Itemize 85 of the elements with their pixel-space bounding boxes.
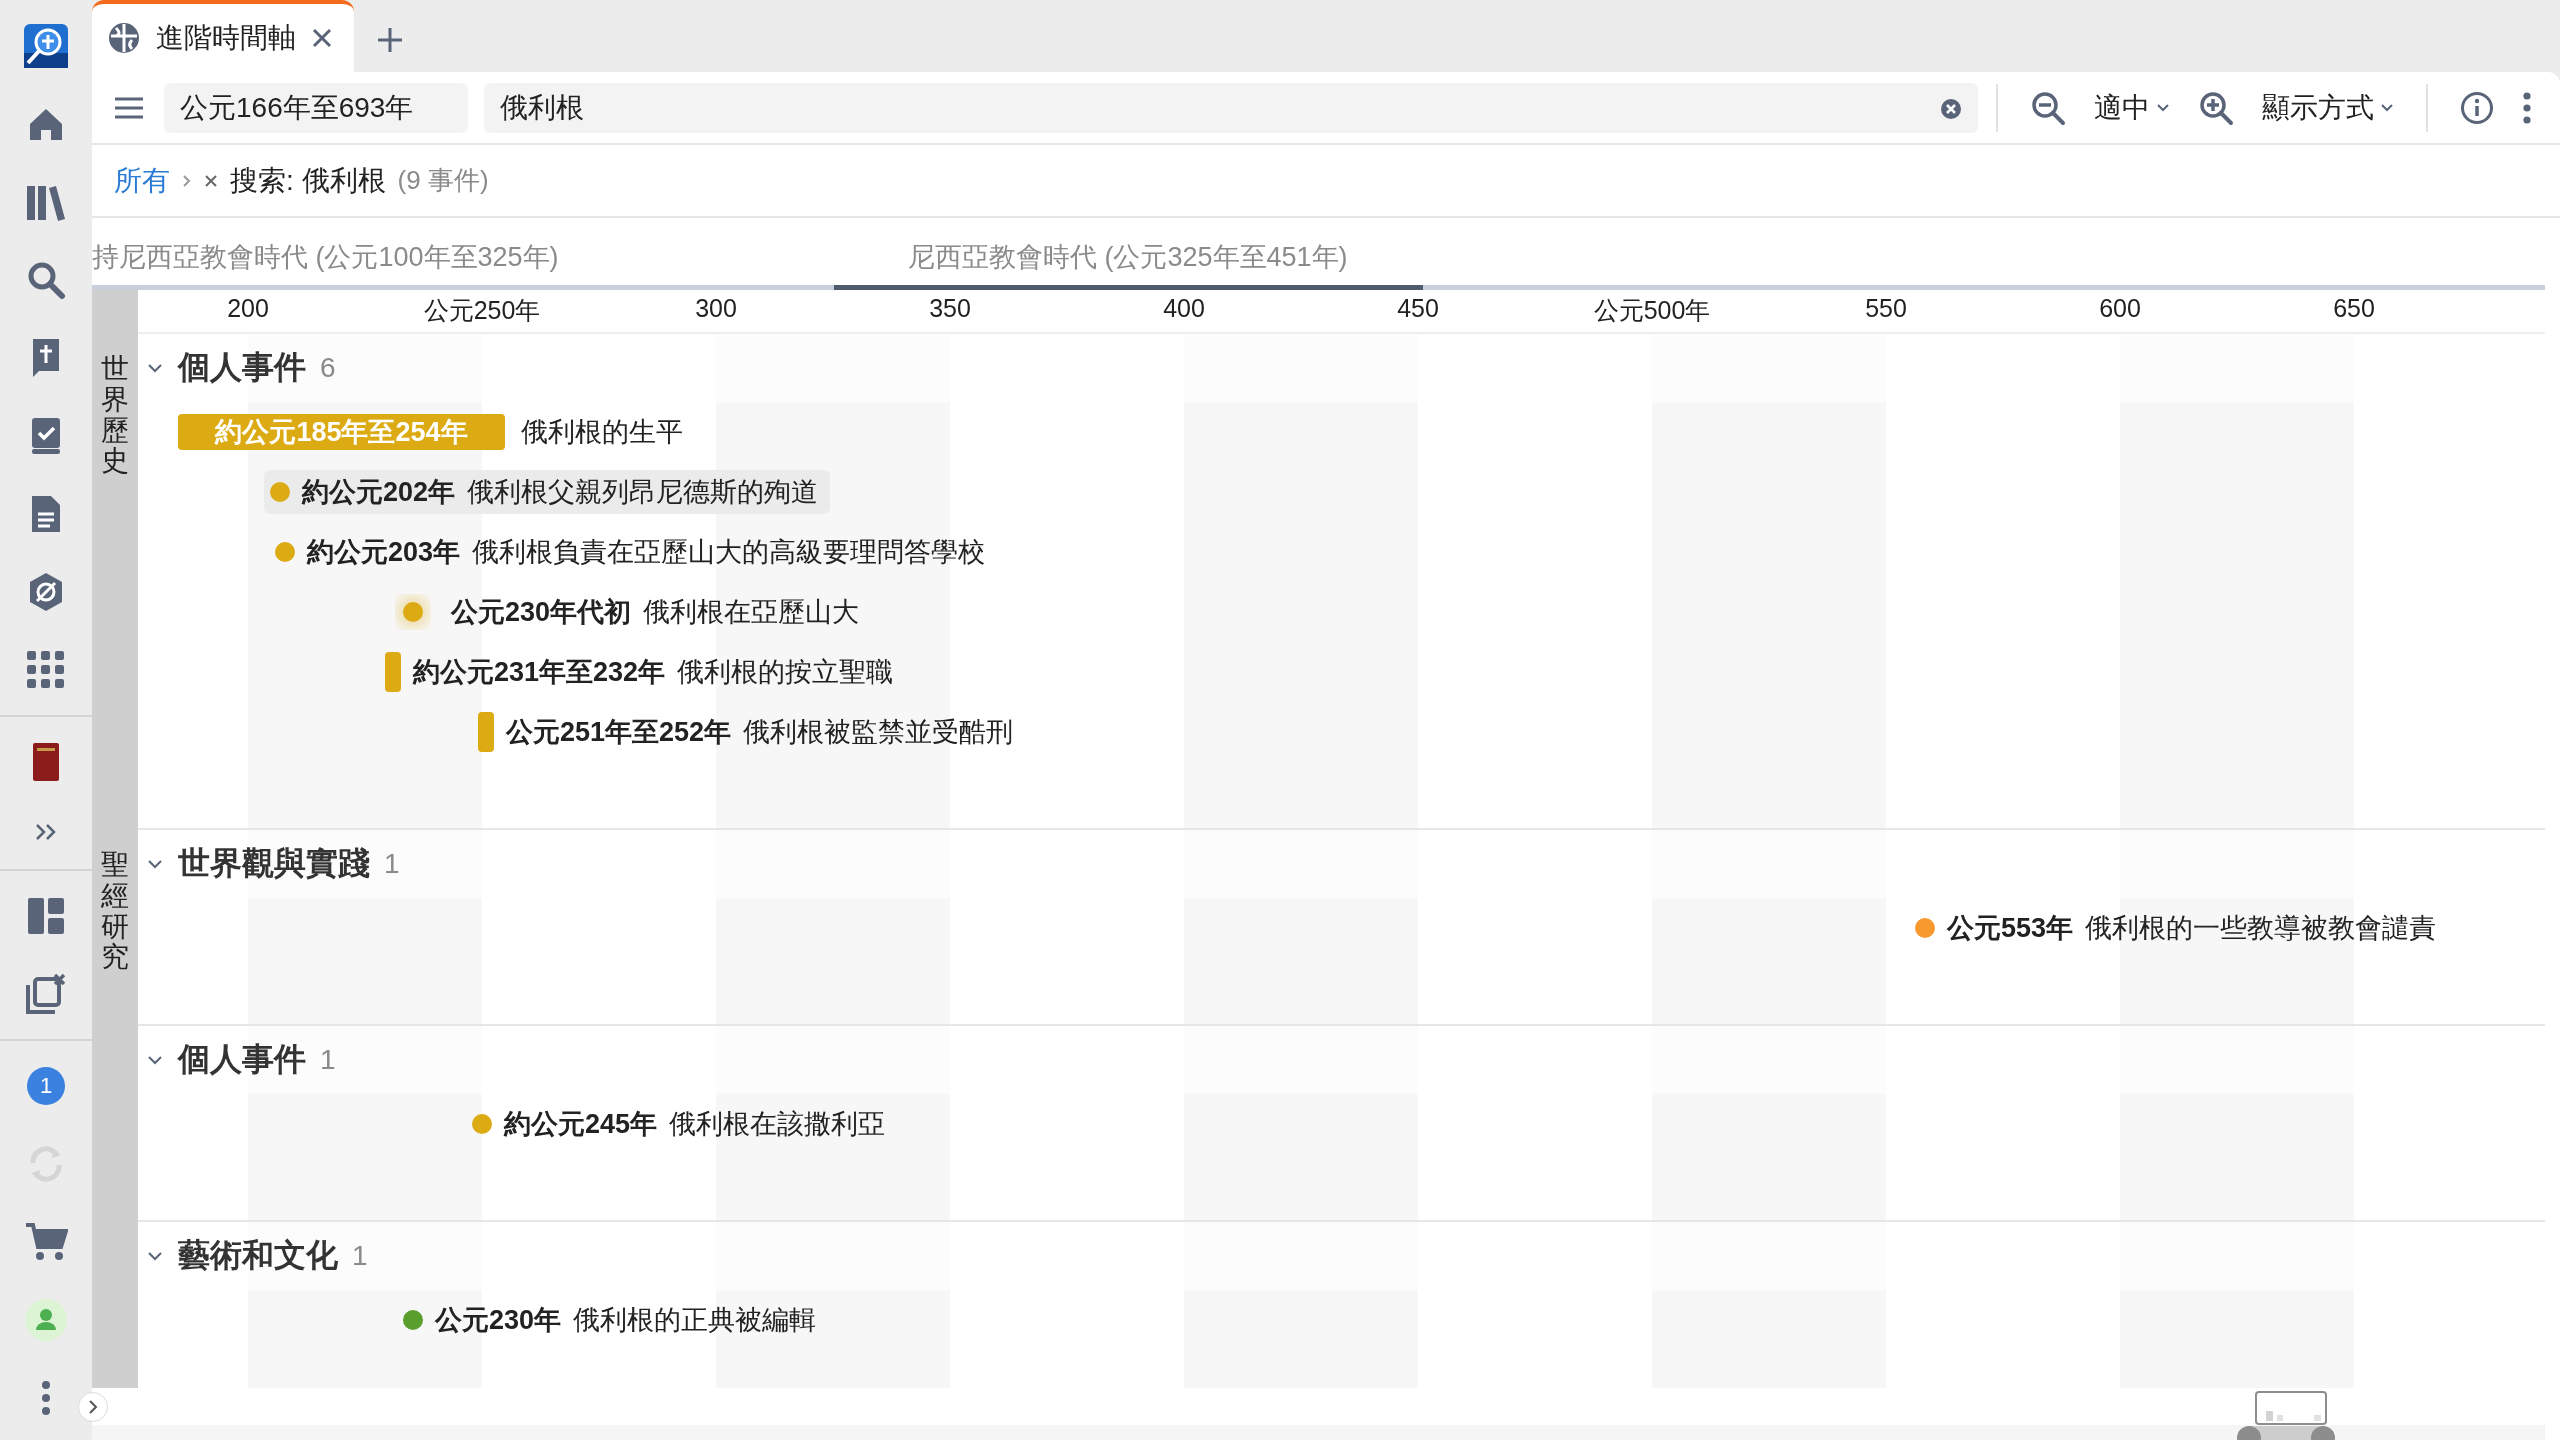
more-vertical-icon[interactable] <box>2522 90 2532 125</box>
group-count: 1 <box>352 1240 368 1272</box>
tab-title: 進階時間軸 <box>156 21 296 55</box>
event-title: 俄利根被監禁並受酷刑 <box>743 716 1014 749</box>
axis-tick-label: 650 <box>2333 294 2375 323</box>
date-range-field[interactable]: 公元166年至693年 <box>164 82 468 133</box>
event-title: 俄利根的正典被編輯 <box>573 1304 817 1337</box>
copy-close-icon[interactable] <box>25 973 67 1015</box>
zoom-out-icon[interactable] <box>2030 89 2066 126</box>
book-check-icon[interactable] <box>29 416 63 456</box>
close-icon[interactable] <box>312 28 332 48</box>
group-count: 1 <box>384 848 400 880</box>
timeline-event[interactable]: 公元230年代初 俄利根在亞歷山大 <box>389 590 872 634</box>
caret-icon <box>2156 102 2170 113</box>
group-title: 個人事件 <box>178 1040 306 1079</box>
event-title: 俄利根父親列昂尼德斯的殉道 <box>467 476 819 509</box>
search-icon[interactable] <box>26 260 66 300</box>
event-date: 公元230年代初 <box>451 596 632 629</box>
minimap-thumbnail[interactable] <box>2255 1391 2327 1425</box>
zoom-dropdown[interactable]: 適中 <box>2080 82 2184 133</box>
search-field[interactable]: 俄利根 <box>484 82 1978 133</box>
timeline-event[interactable]: 公元251年至252年 俄利根被監禁並受酷刑 <box>472 710 1026 754</box>
breadcrumb-link[interactable]: 所有 <box>114 161 170 200</box>
timeline-event[interactable]: 公元230年 俄利根的正典被編輯 <box>397 1298 829 1342</box>
timeline-event[interactable]: 約公元203年 俄利根負責在亞歷山大的高級要理問答學校 <box>269 530 998 574</box>
new-tab-icon[interactable] <box>376 26 404 54</box>
axis-tick-label: 350 <box>929 294 971 323</box>
event-title: 俄利根負責在亞歷山大的高級要理問答學校 <box>472 536 986 569</box>
timeline-event[interactable]: 約公元185年至254年 俄利根的生平 <box>172 410 695 454</box>
event-date: 約公元245年 <box>504 1108 658 1141</box>
chevron-right-icon <box>182 173 192 188</box>
timeline-event[interactable]: 公元553年 俄利根的一些教導被教會譴責 <box>1909 906 2449 950</box>
axis-tick-label: 600 <box>2099 294 2141 323</box>
zoom-in-icon[interactable] <box>2198 89 2234 126</box>
group-title: 世界觀與實踐 <box>178 844 370 883</box>
more-vertical-icon[interactable] <box>41 1380 51 1416</box>
group-title: 個人事件 <box>178 348 306 387</box>
notification-badge[interactable]: 1 <box>27 1067 65 1105</box>
event-date: 約公元202年 <box>302 476 456 509</box>
chevron-right-icon <box>87 1399 99 1415</box>
axis-tick-label: 450 <box>1397 294 1439 323</box>
event-title: 俄利根的生平 <box>521 416 683 449</box>
expand-button[interactable] <box>78 1392 108 1422</box>
axis-tick-label: 200 <box>227 294 269 323</box>
logo-icon[interactable] <box>23 23 69 69</box>
event-title: 俄利根的一些教導被教會譴責 <box>2085 912 2437 945</box>
event-count: (9 事件) <box>397 164 489 197</box>
axis-tick-label: 公元250年 <box>423 295 541 326</box>
event-date: 約公元231年至232年 <box>413 656 666 689</box>
info-icon[interactable] <box>2460 90 2494 125</box>
group-count: 6 <box>320 352 336 384</box>
axis-tick-label: 550 <box>1865 294 1907 323</box>
double-chevron-icon[interactable] <box>35 823 57 841</box>
shield-eye-icon[interactable] <box>27 571 65 613</box>
display-dropdown[interactable]: 顯示方式 <box>2248 82 2408 133</box>
event-title: 俄利根的按立聖職 <box>677 656 894 689</box>
section-title: 世界歷史 <box>101 354 129 479</box>
event-date: 公元230年 <box>435 1304 562 1337</box>
apps-grid-icon[interactable] <box>27 651 65 689</box>
caret-icon <box>2380 102 2394 113</box>
book-cover-icon[interactable] <box>33 743 59 781</box>
remove-filter-icon[interactable] <box>204 173 218 188</box>
event-title: 俄利根在亞歷山大 <box>643 596 860 629</box>
timeline-event[interactable]: 約公元202年 俄利根父親列昂尼德斯的殉道 <box>264 470 831 514</box>
group-title: 藝術和文化 <box>178 1236 338 1275</box>
document-icon[interactable] <box>30 494 62 534</box>
layout-panels-icon[interactable] <box>27 897 65 935</box>
timeline-event[interactable]: 約公元231年至232年 俄利根的按立聖職 <box>379 650 906 694</box>
event-date: 公元251年至252年 <box>506 716 732 749</box>
section-title: 聖經研究 <box>101 850 129 975</box>
cart-icon[interactable] <box>24 1222 68 1262</box>
axis-tick-label: 300 <box>695 294 737 323</box>
axis-tick-label: 公元500年 <box>1593 295 1711 326</box>
group-count: 1 <box>320 1044 336 1076</box>
event-title: 俄利根在該撒利亞 <box>669 1108 886 1141</box>
clear-icon[interactable] <box>1940 97 1962 120</box>
tab[interactable]: 進階時間軸 <box>92 0 354 72</box>
menu-icon[interactable] <box>114 95 144 120</box>
event-date: 公元553年 <box>1947 912 2074 945</box>
axis-tick-label: 400 <box>1163 294 1205 323</box>
globe-icon <box>108 22 140 54</box>
search-filter-label: 搜索: 俄利根 <box>230 163 386 198</box>
date-range-bar: 約公元185年至254年 <box>178 414 505 450</box>
event-date: 約公元203年 <box>307 536 461 569</box>
timeline-event[interactable]: 約公元245年 俄利根在該撒利亞 <box>466 1102 898 1146</box>
